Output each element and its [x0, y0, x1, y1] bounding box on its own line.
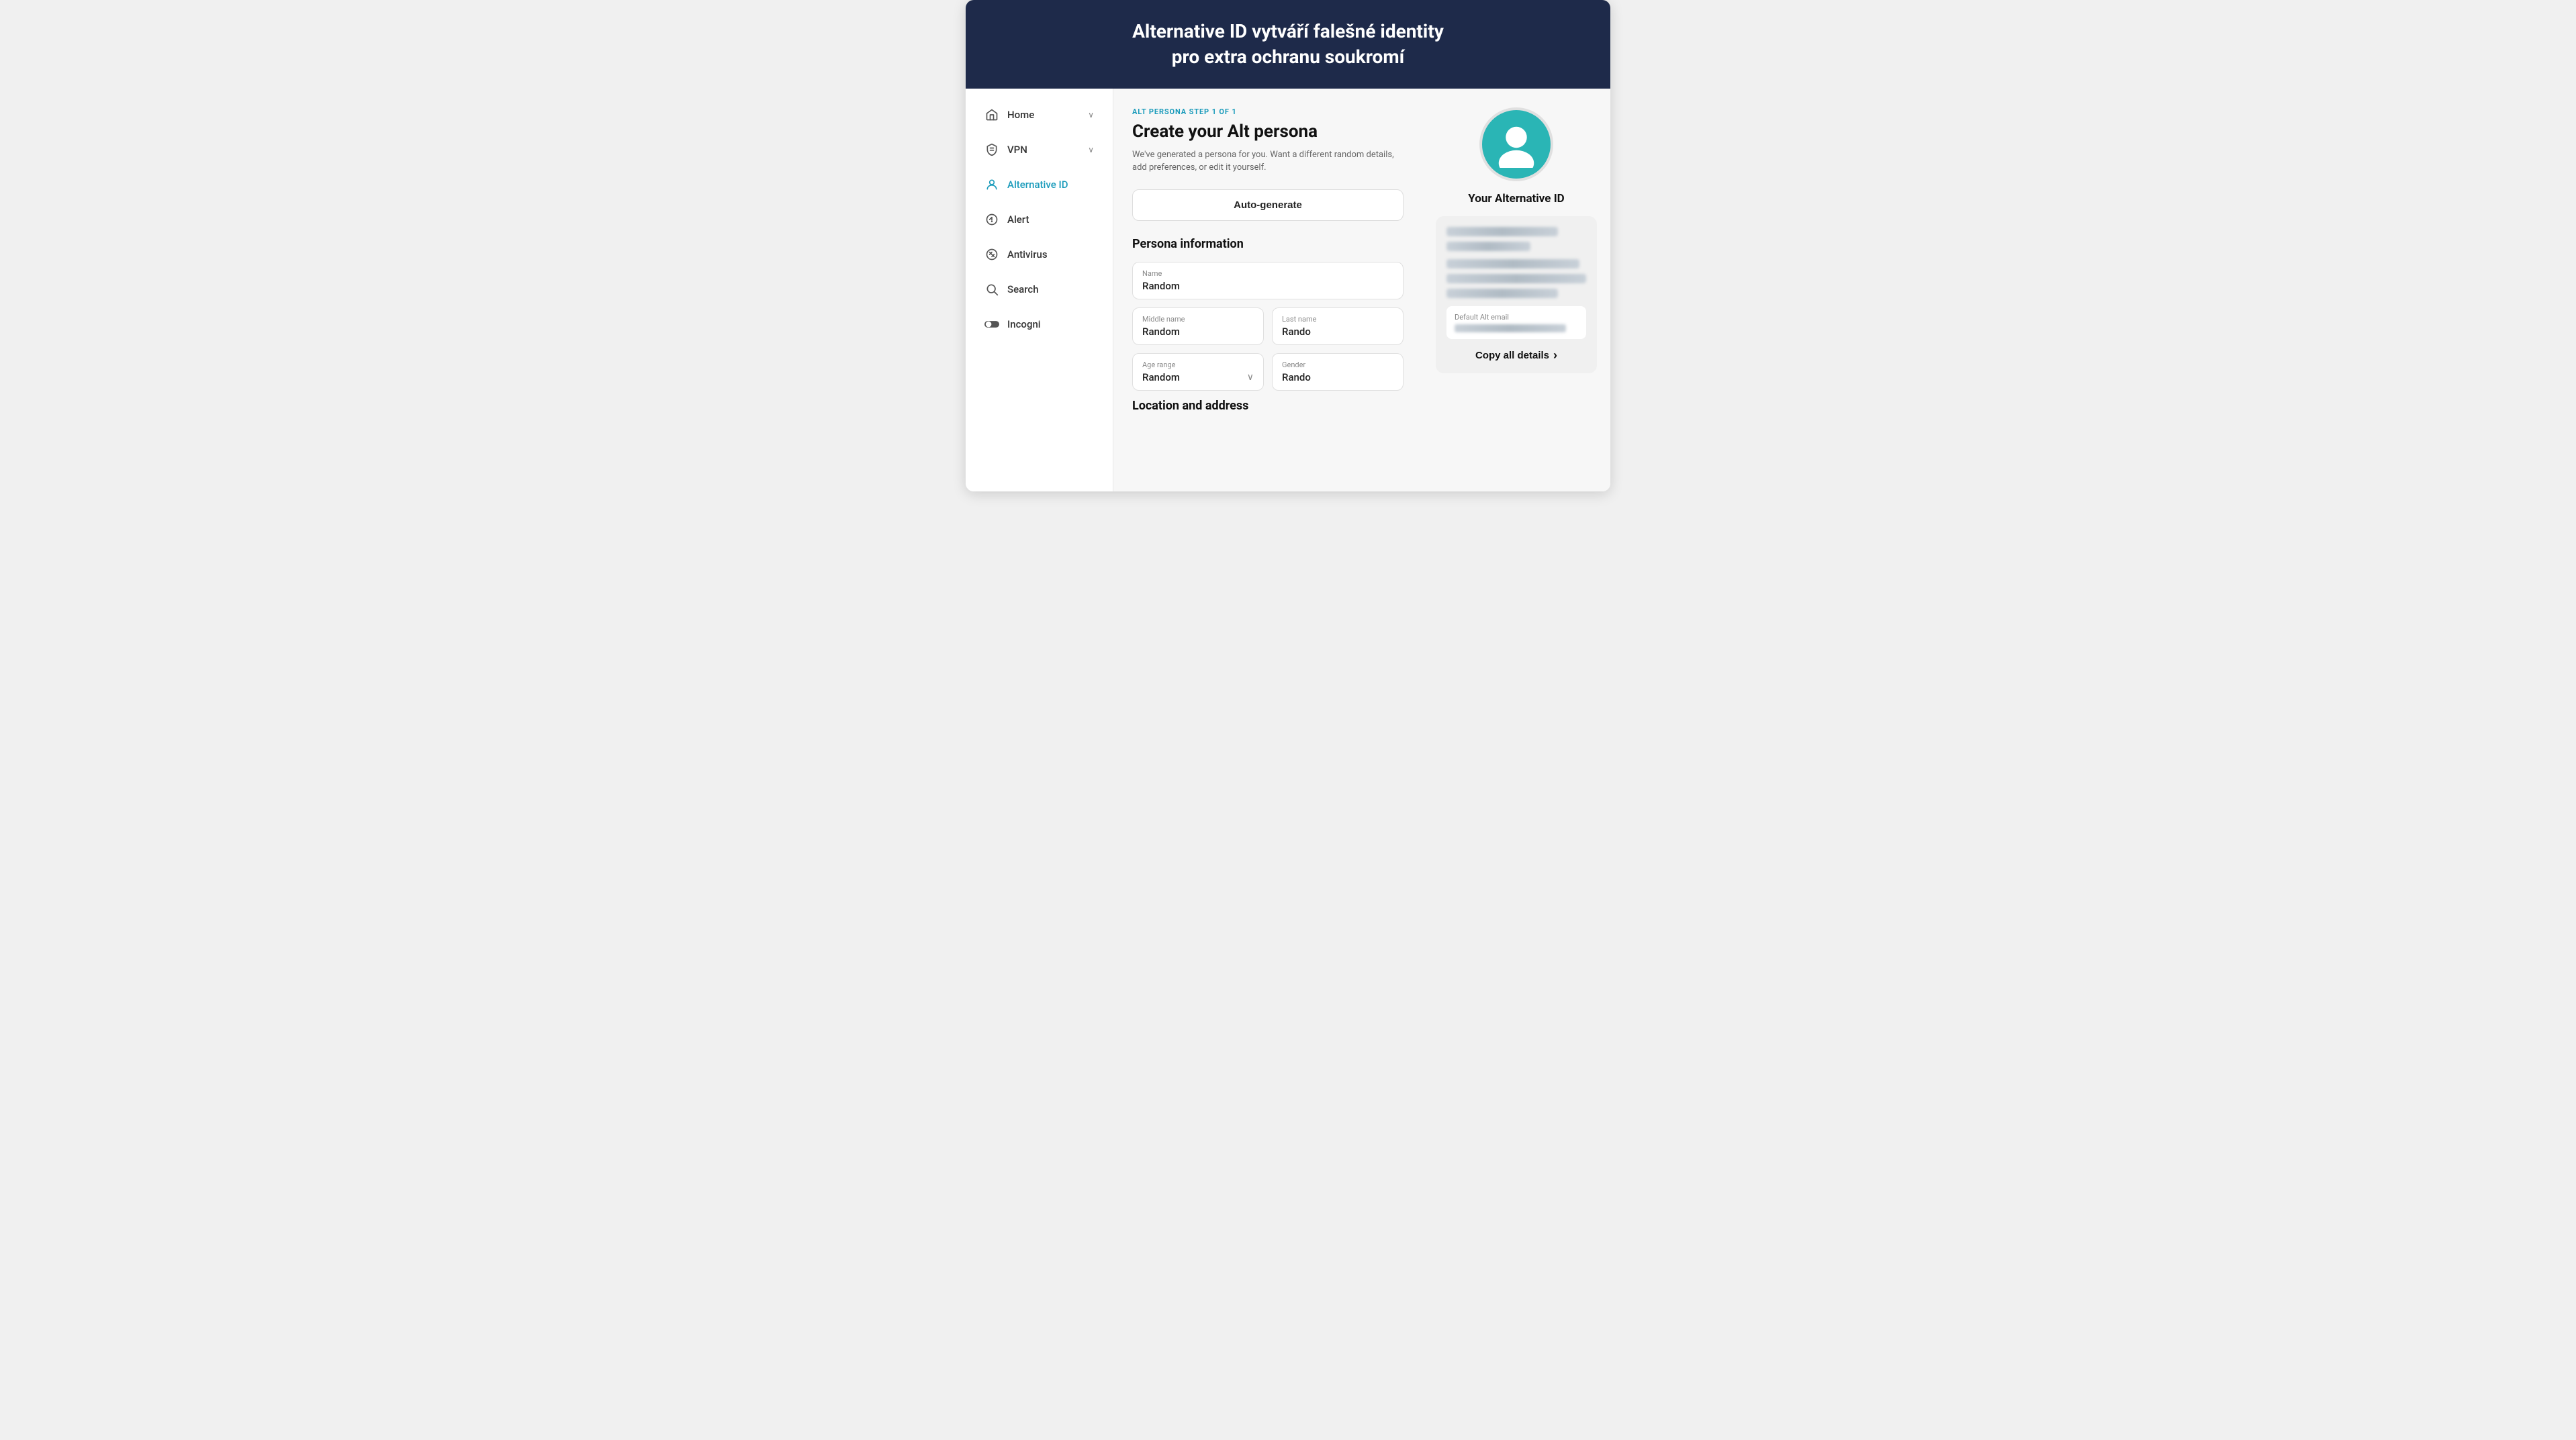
chevron-right-icon: ›	[1553, 348, 1557, 363]
last-name-label: Last name	[1282, 315, 1393, 324]
blurred-info-line-4	[1446, 274, 1586, 283]
name-value: Random	[1142, 280, 1393, 292]
copy-all-label: Copy all details	[1475, 350, 1549, 361]
sidebar-item-alert[interactable]: Alert	[971, 203, 1107, 236]
last-name-field[interactable]: Last name Rando	[1272, 307, 1404, 345]
sidebar-item-vpn-label: VPN	[1007, 144, 1027, 156]
sidebar-item-home[interactable]: Home ∨	[971, 98, 1107, 132]
sidebar-item-antivirus[interactable]: Antivirus	[971, 238, 1107, 271]
copy-all-button[interactable]: Copy all details ›	[1446, 348, 1586, 363]
banner: Alternative ID vytváří falešné identity …	[966, 0, 1610, 89]
sidebar-item-vpn[interactable]: VPN ∨	[971, 133, 1107, 166]
sidebar-item-search-label: Search	[1007, 283, 1039, 295]
sidebar-item-alert-label: Alert	[1007, 213, 1029, 226]
sidebar-item-antivirus-label: Antivirus	[1007, 248, 1048, 260]
auto-generate-button[interactable]: Auto-generate	[1132, 189, 1404, 221]
email-label: Default Alt email	[1455, 313, 1578, 322]
name-field[interactable]: Name Random	[1132, 262, 1404, 299]
alt-id-card: Default Alt email Copy all details ›	[1436, 216, 1597, 373]
sidebar: Home ∨ VPN ∨	[966, 89, 1113, 491]
avatar	[1479, 107, 1553, 181]
middle-name-value: Random	[1142, 326, 1254, 338]
step-label: ALT PERSONA STEP 1 OF 1	[1132, 107, 1404, 116]
toggle-icon	[984, 317, 999, 332]
age-range-value: Random	[1142, 371, 1180, 383]
age-range-field[interactable]: Age range Random ∨	[1132, 353, 1264, 391]
blurred-info-line-3	[1446, 259, 1579, 269]
right-panel: Your Alternative ID Default Alt email Co…	[1422, 89, 1610, 491]
sidebar-item-incogni[interactable]: Incogni	[971, 307, 1107, 341]
age-gender-row: Age range Random ∨ Gender Rando	[1132, 353, 1404, 391]
sidebar-item-home-label: Home	[1007, 109, 1034, 121]
blurred-info-line-2	[1446, 242, 1530, 251]
name-label: Name	[1142, 269, 1393, 278]
gender-value: Rando	[1282, 371, 1393, 383]
antivirus-icon	[984, 247, 999, 262]
shield-icon	[984, 142, 999, 157]
banner-text: Alternative ID vytváří falešné identity …	[1132, 20, 1444, 68]
content-area: ALT PERSONA STEP 1 OF 1 Create your Alt …	[1113, 89, 1610, 491]
gender-field[interactable]: Gender Rando	[1272, 353, 1404, 391]
sidebar-item-search[interactable]: Search	[971, 273, 1107, 306]
chevron-down-icon: ∨	[1088, 110, 1094, 119]
sidebar-item-alternative-id-label: Alternative ID	[1007, 179, 1068, 191]
person-icon	[984, 177, 999, 192]
chevron-down-icon: ∨	[1247, 372, 1254, 383]
middle-name-label: Middle name	[1142, 315, 1254, 324]
gender-label: Gender	[1282, 361, 1393, 369]
persona-section-title: Persona information	[1132, 237, 1404, 251]
location-section-title: Location and address	[1132, 399, 1404, 413]
blurred-info-line-1	[1446, 227, 1558, 236]
sidebar-item-alternative-id[interactable]: Alternative ID	[971, 168, 1107, 201]
last-name-value: Rando	[1282, 326, 1393, 338]
home-icon	[984, 107, 999, 122]
alt-id-title: Your Alternative ID	[1468, 192, 1564, 205]
default-alt-email-field: Default Alt email	[1446, 306, 1586, 339]
middle-name-field[interactable]: Middle name Random	[1132, 307, 1264, 345]
alert-icon	[984, 212, 999, 227]
form-panel: ALT PERSONA STEP 1 OF 1 Create your Alt …	[1113, 89, 1422, 491]
sidebar-item-incogni-label: Incogni	[1007, 318, 1041, 330]
age-range-label: Age range	[1142, 361, 1254, 369]
blurred-info-line-5	[1446, 289, 1558, 298]
form-title: Create your Alt persona	[1132, 122, 1404, 142]
email-value-blurred	[1455, 324, 1566, 332]
chevron-down-icon: ∨	[1088, 145, 1094, 154]
form-subtitle: We've generated a persona for you. Want …	[1132, 148, 1404, 175]
name-row: Middle name Random Last name Rando	[1132, 307, 1404, 345]
search-icon	[984, 282, 999, 297]
